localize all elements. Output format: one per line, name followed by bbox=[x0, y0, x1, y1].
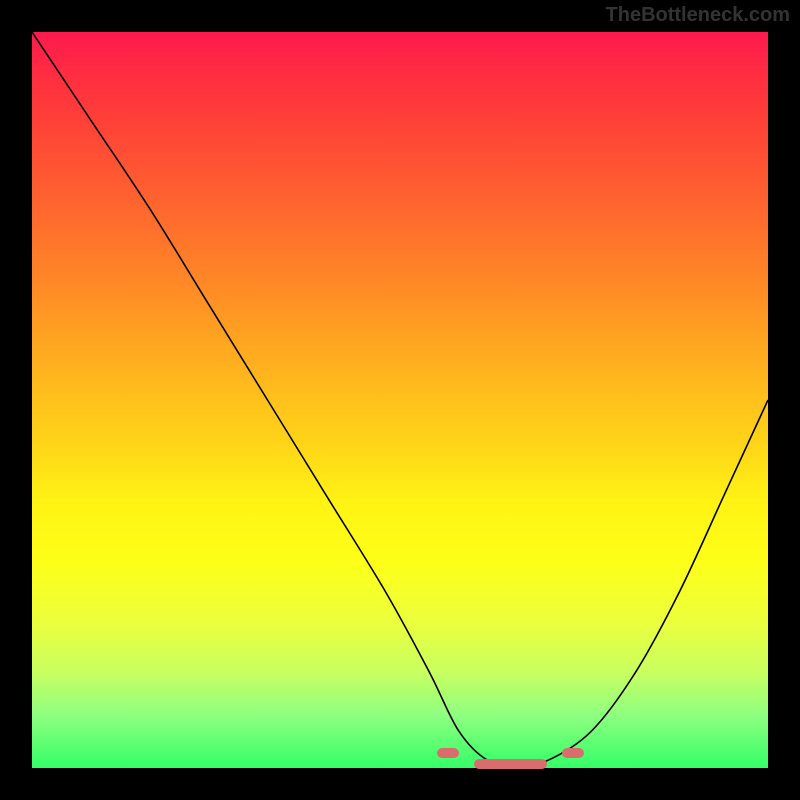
chart-plot-area bbox=[32, 32, 768, 768]
marker-segment bbox=[437, 748, 459, 758]
watermark-text: TheBottleneck.com bbox=[606, 4, 790, 27]
marker-segment bbox=[562, 748, 584, 758]
marker-segment bbox=[474, 759, 548, 769]
bottleneck-curve bbox=[32, 32, 768, 768]
